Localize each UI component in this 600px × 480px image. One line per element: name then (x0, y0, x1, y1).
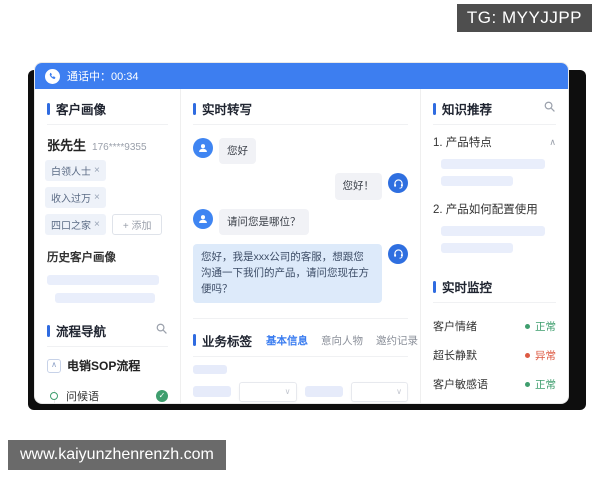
basic-info-form: ∨ ∨ (181, 357, 420, 403)
step-success-icon: ✓ (156, 390, 168, 402)
chat-bubble: 您好，我是xxx公司的客服，想跟您沟通一下我们的产品，请问您现在方便吗？ (193, 243, 382, 303)
knowledge-skeleton-bar (441, 243, 513, 253)
knowledge-item[interactable]: 1. 产品特点 ∧ (421, 125, 568, 152)
chat-bubble: 您好！ (334, 173, 382, 200)
chat-message-customer: 您好 (193, 138, 408, 165)
status-dot (525, 323, 530, 329)
status-dot (525, 381, 530, 387)
tag-label: 收入过万 (51, 194, 91, 205)
transcript-panel: 实时转写 您好 您好！ 请问您是哪位？ 您好，我是xxx公司的客服，想跟您沟通一… (181, 89, 421, 403)
form-select[interactable]: ∨ (239, 381, 297, 402)
tab-basic-info[interactable]: 基本信息 (266, 333, 308, 348)
tab-intent-person[interactable]: 意向人物 (321, 333, 363, 348)
call-status-text: 通话中：00:34 (67, 71, 139, 83)
customer-profile-panel: 客户画像 张先生 176****9355 白领人士 × 收入过万 × 四口之家 … (35, 89, 181, 403)
sop-flow-title: 电销SOP流程 (67, 359, 141, 373)
tag-remove-icon[interactable]: × (94, 219, 100, 230)
customer-tag[interactable]: 白领人士 × (45, 160, 106, 181)
knowledge-item-label: 2. 产品如何配置使用 (433, 204, 538, 216)
tag-label: 四口之家 (51, 221, 91, 232)
knowledge-monitor-panel: 知识推荐 1. 产品特点 ∧ 2. 产品如何配置使用 实时监控 客户情绪 正常 … (421, 89, 568, 403)
section-accent-bar (433, 102, 436, 115)
chat-message-agent: 您好！ (193, 173, 408, 200)
monitor-row: 超长静默 异常 (433, 347, 556, 363)
monitor-list: 客户情绪 正常 超长静默 异常 客户敏感语 正常 正常 正常 (421, 303, 568, 403)
customer-avatar-icon (193, 138, 213, 158)
process-nav-title: 流程导航 (56, 325, 107, 339)
sop-step-label: 问候语 (66, 391, 99, 403)
section-accent-bar (193, 334, 196, 347)
chevron-down-icon: ∨ (284, 387, 291, 397)
url-watermark-badge: www.kaiyunzhenrenzh.com (8, 440, 226, 470)
form-label-skeleton (304, 386, 343, 398)
call-assistant-window: 通话中：00:34 客户画像 张先生 176****9355 白领人士 × 收入… (35, 63, 568, 403)
knowledge-item-label: 1. 产品特点 (433, 137, 492, 149)
status-badge: 正常 (535, 378, 556, 391)
monitor-label: 客户敏感语 (433, 379, 488, 391)
business-tags-title: 业务标签 (202, 334, 253, 349)
chat-message-customer: 请问您是哪位？ (193, 208, 408, 235)
call-titlebar: 通话中：00:34 (35, 63, 568, 89)
form-label-skeleton (193, 386, 231, 398)
section-accent-bar (193, 102, 196, 115)
status-badge: 异常 (535, 349, 556, 362)
phone-icon (45, 68, 60, 84)
knowledge-skeleton-bar (441, 226, 545, 236)
search-icon[interactable] (155, 322, 168, 340)
customer-phone: 176****9355 (92, 142, 147, 153)
chat-bubble: 请问您是哪位？ (219, 208, 309, 235)
knowledge-title: 知识推荐 (442, 103, 493, 117)
search-icon[interactable] (543, 100, 556, 118)
chat-bubble: 您好 (219, 138, 256, 165)
monitor-row: 客户敏感语 正常 (433, 376, 556, 392)
section-accent-bar (47, 324, 50, 337)
add-tag-button[interactable]: + 添加 (111, 214, 163, 235)
history-skeleton-bar (55, 293, 155, 303)
section-accent-bar (433, 280, 436, 293)
form-label-skeleton (193, 364, 227, 374)
sop-step[interactable]: 问候语 ✓ (50, 382, 168, 403)
chevron-up-icon[interactable]: ∧ (549, 137, 556, 148)
agent-headset-avatar-icon (388, 243, 408, 264)
transcript-title: 实时转写 (202, 103, 253, 117)
form-select[interactable]: ∨ (350, 381, 408, 402)
tag-remove-icon[interactable]: × (94, 192, 100, 203)
knowledge-skeleton-bar (441, 176, 513, 186)
monitor-label: 超长静默 (433, 350, 477, 362)
chevron-down-icon: ∨ (396, 387, 402, 397)
chat-transcript: 您好 您好！ 请问您是哪位？ 您好，我是xxx公司的客服，想跟您沟通一下我们的产… (181, 125, 420, 314)
tab-invite-records[interactable]: 邀约记录 (376, 333, 418, 348)
agent-headset-avatar-icon (388, 173, 408, 194)
customer-name: 张先生 (47, 138, 87, 153)
customer-tag[interactable]: 四口之家 × (45, 214, 106, 235)
history-profile-label: 历史客户画像 (47, 252, 116, 264)
status-badge: 正常 (535, 320, 556, 333)
tag-remove-icon[interactable]: × (94, 165, 100, 176)
tag-label: 白领人士 (51, 167, 91, 178)
section-accent-bar (47, 102, 50, 115)
customer-profile-title: 客户画像 (56, 103, 107, 117)
sop-timeline: 问候语 ✓ 询问客户意向 ✕ 介绍产品请求 ✓ (50, 382, 168, 403)
customer-tag[interactable]: 收入过万 × (45, 187, 106, 208)
history-skeleton-bar (47, 275, 159, 285)
business-tags-tablist: 基本信息 意向人物 邀约记录 人物属性 (266, 333, 420, 348)
chat-message-agent: 您好，我是xxx公司的客服，想跟您沟通一下我们的产品，请问您现在方便吗？ (193, 243, 408, 303)
monitor-row: 客户情绪 正常 (433, 318, 556, 334)
tg-watermark-badge: TG: MYYJJPP (456, 4, 592, 32)
collapse-icon[interactable]: ∧ (47, 358, 61, 373)
knowledge-skeleton-bar (441, 159, 545, 169)
knowledge-item[interactable]: 2. 产品如何配置使用 (421, 192, 568, 219)
customer-avatar-icon (193, 208, 213, 229)
monitor-title: 实时监控 (442, 281, 493, 295)
monitor-label: 客户情绪 (433, 321, 477, 333)
status-dot (525, 352, 530, 358)
timeline-dot-ok (50, 392, 58, 400)
